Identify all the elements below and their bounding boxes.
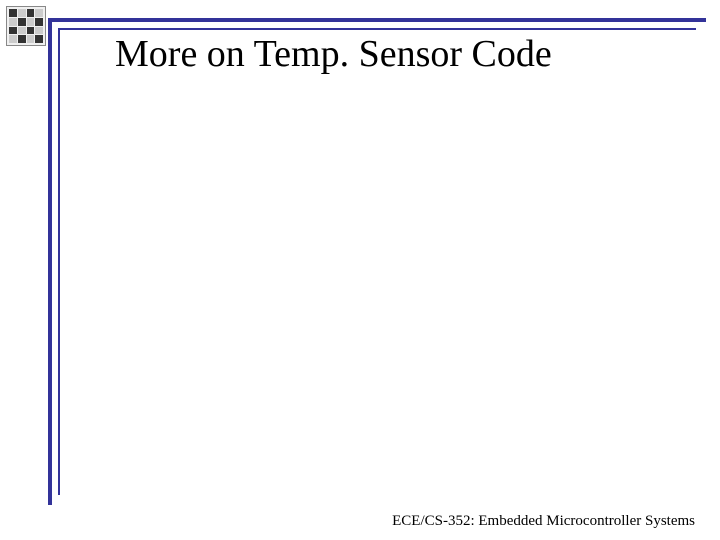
slide-title: More on Temp. Sensor Code	[115, 32, 552, 76]
border-top-outer	[48, 18, 706, 22]
border-top-inner	[58, 28, 696, 30]
microchip-icon	[6, 6, 46, 46]
slide-container: More on Temp. Sensor Code ECE/CS-352: Em…	[0, 0, 720, 540]
border-left-outer	[48, 18, 52, 505]
slide-footer: ECE/CS-352: Embedded Microcontroller Sys…	[392, 513, 695, 530]
border-left-inner	[58, 28, 60, 495]
